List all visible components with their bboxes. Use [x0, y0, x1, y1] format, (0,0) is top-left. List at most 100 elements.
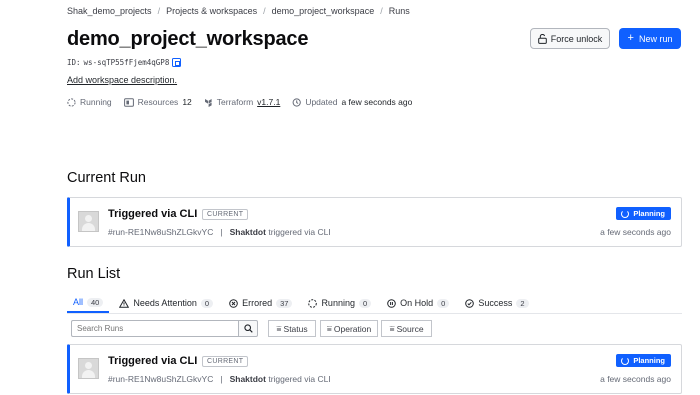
run-time: a few seconds ago	[600, 374, 671, 384]
breadcrumb-runs: Runs	[388, 6, 410, 16]
tab-all[interactable]: All 40	[67, 296, 110, 313]
run-title[interactable]: Triggered via CLI	[108, 355, 197, 367]
breadcrumb-workspace[interactable]: demo_project_workspace	[272, 6, 375, 16]
run-title[interactable]: Triggered via CLI	[108, 208, 197, 220]
tab-count: 0	[437, 298, 450, 308]
planning-spinner-icon	[621, 209, 630, 218]
tab-label: Errored	[242, 298, 273, 308]
planning-spinner-icon	[621, 356, 630, 365]
run-trigger-text: triggered via CLI	[268, 374, 331, 384]
force-unlock-button[interactable]: Force unlock	[530, 28, 610, 49]
operation-filter[interactable]: ⩸ Operation	[320, 320, 378, 337]
plus-icon: +	[627, 32, 634, 44]
terraform-version: Terraform v1.7.1	[204, 97, 280, 107]
search-button[interactable]	[238, 320, 258, 337]
filter-icon: ⩸	[276, 323, 282, 333]
filter-icon: ⩸	[326, 323, 332, 333]
status-running: Running	[67, 97, 112, 107]
terraform-label: Terraform	[216, 97, 254, 107]
run-trigger: Shaktdot triggered via CLI	[230, 227, 331, 237]
divider: |	[220, 374, 223, 384]
new-run-button[interactable]: + New run	[619, 28, 681, 49]
pause-icon	[387, 298, 396, 308]
status-badge: Planning	[616, 354, 671, 367]
tab-count: 0	[200, 298, 214, 308]
current-tag: CURRENT	[202, 356, 249, 367]
resources-icon	[123, 97, 134, 107]
run-trigger: Shaktdot triggered via CLI	[230, 374, 331, 384]
tab-label: On Hold	[400, 298, 434, 308]
source-filter[interactable]: ⩸ Source	[381, 320, 432, 337]
error-icon	[229, 298, 238, 308]
breadcrumb: Shak_demo_projects / Projects & workspac…	[67, 6, 410, 16]
run-filter-tabs: All 40 Needs Attention 0 Errored 37 Runn…	[67, 296, 539, 313]
tab-label: Running	[321, 298, 355, 308]
tab-on-hold[interactable]: On Hold 0	[381, 296, 455, 313]
run-id: #run-RE1Nw8uShZLGkvYC	[108, 374, 214, 384]
terraform-version-link[interactable]: v1.7.1	[257, 97, 280, 107]
avatar	[78, 211, 99, 232]
run-subtitle: #run-RE1Nw8uShZLGkvYC | Shaktdot trigger…	[108, 374, 331, 384]
search-icon	[243, 324, 253, 333]
tab-label: All	[73, 297, 84, 307]
workspace-id: ID: ws-sqTP55fFjem4qGP8	[67, 58, 182, 67]
status-text: Planning	[633, 209, 665, 218]
status-text: Planning	[633, 356, 665, 365]
status-filter[interactable]: ⩸ Status	[268, 320, 316, 337]
add-description-link[interactable]: Add workspace description.	[67, 75, 177, 85]
filter-icon: ⩸	[389, 323, 395, 333]
run-list-item[interactable]: Triggered via CLI CURRENT #run-RE1Nw8uSh…	[67, 344, 682, 394]
unlock-icon	[537, 33, 547, 44]
tab-count: 37	[276, 298, 293, 308]
resources-value: 12	[182, 97, 192, 107]
tab-count: 2	[516, 298, 529, 308]
run-time: a few seconds ago	[600, 227, 671, 237]
tab-label: Needs Attention	[133, 298, 197, 308]
running-icon	[308, 298, 318, 308]
resources-count[interactable]: Resources 12	[123, 97, 192, 107]
new-run-label: New run	[638, 33, 673, 44]
warning-icon	[119, 298, 130, 308]
copy-icon[interactable]	[172, 58, 182, 67]
workspace-meta: Running Resources 12 Terraform v1.7.1 Up…	[67, 97, 412, 107]
breadcrumb-separator: /	[263, 6, 266, 16]
tab-success[interactable]: Success 2	[459, 296, 534, 313]
breadcrumb-projects[interactable]: Projects & workspaces	[166, 6, 257, 16]
status-filter-label: Status	[283, 323, 308, 334]
workspace-id-label: ID:	[67, 58, 81, 67]
run-user: Shaktdot	[229, 374, 266, 384]
tab-label: Success	[478, 298, 513, 308]
avatar	[78, 358, 99, 379]
history-icon	[292, 97, 302, 107]
search-input[interactable]	[71, 320, 238, 337]
operation-filter-label: Operation	[333, 323, 372, 334]
status-badge: Planning	[616, 207, 671, 220]
running-status-icon	[67, 97, 76, 107]
force-unlock-label: Force unlock	[550, 33, 603, 44]
divider: |	[220, 227, 223, 237]
breadcrumb-separator: /	[157, 6, 161, 16]
current-run-card[interactable]: Triggered via CLI CURRENT #run-RE1Nw8uSh…	[67, 197, 682, 247]
terraform-icon	[204, 98, 212, 107]
tab-running[interactable]: Running 0	[302, 296, 377, 313]
run-list-heading: Run List	[67, 266, 121, 282]
page-title: demo_project_workspace	[67, 28, 309, 50]
run-id: #run-RE1Nw8uShZLGkvYC	[108, 227, 214, 237]
updated-time: Updated a few seconds ago	[292, 97, 412, 107]
run-subtitle: #run-RE1Nw8uShZLGkvYC | Shaktdot trigger…	[108, 227, 331, 237]
tab-errored[interactable]: Errored 37	[223, 296, 298, 313]
run-user: Shaktdot	[229, 227, 266, 237]
current-run-heading: Current Run	[67, 170, 146, 186]
source-filter-label: Source	[396, 323, 424, 334]
tab-needs-attention[interactable]: Needs Attention 0	[113, 296, 219, 313]
breadcrumb-org[interactable]: Shak_demo_projects	[67, 6, 152, 16]
tab-count: 0	[358, 298, 372, 308]
run-trigger-text: triggered via CLI	[268, 227, 331, 237]
updated-value: a few seconds ago	[341, 97, 413, 107]
updated-label: Updated	[305, 97, 338, 107]
check-circle-icon	[465, 298, 475, 308]
status-text: Running	[80, 97, 112, 107]
resources-label: Resources	[137, 97, 179, 107]
tab-count: 40	[87, 297, 104, 307]
breadcrumb-separator: /	[380, 6, 383, 16]
